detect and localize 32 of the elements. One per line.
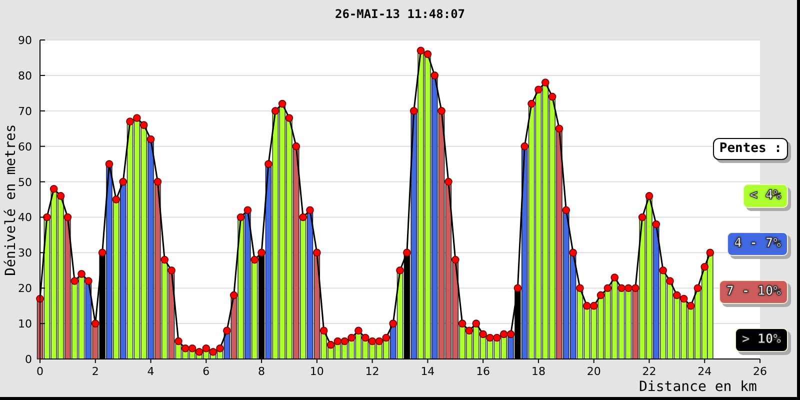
- legend-item: 4 - 7%: [727, 232, 788, 256]
- x-tick-label: 6: [202, 365, 210, 378]
- y-tick-label: 50: [18, 176, 32, 189]
- y-tick-label: 80: [18, 69, 32, 82]
- y-tick-label: 30: [18, 246, 32, 260]
- x-tick-label: 0: [36, 365, 44, 378]
- x-tick-label: 16: [476, 365, 490, 378]
- y-tick-label: 40: [18, 211, 32, 224]
- x-axis-title: Distance en km: [638, 379, 757, 395]
- x-tick-label: 8: [258, 365, 266, 378]
- x-tick-label: 22: [642, 365, 656, 378]
- y-tick-label: 20: [18, 282, 32, 296]
- x-tick-label: 4: [147, 365, 154, 378]
- x-tick-label: 24: [698, 365, 712, 378]
- x-tick-label: 12: [365, 365, 380, 378]
- legend-title: Pentes :: [713, 138, 788, 160]
- legend-item: > 10%: [734, 328, 788, 352]
- x-tick-label: 10: [310, 365, 324, 378]
- chart-title: 26-MAI-13 11:48:07: [334, 7, 466, 21]
- y-tick-label: 90: [18, 34, 32, 47]
- x-tick-label: 14: [420, 365, 435, 378]
- y-tick-label: 60: [18, 140, 32, 154]
- y-axis-title: Dénivelé en metres: [3, 124, 19, 276]
- x-tick-label: 2: [92, 365, 99, 378]
- legend-item: 7 - 10%: [719, 280, 788, 304]
- x-tick-label: 20: [586, 365, 601, 378]
- legend-item: < 4%: [742, 184, 788, 208]
- x-tick-label: 18: [531, 365, 546, 378]
- y-tick-label: 0: [25, 353, 32, 366]
- y-tick-label: 70: [18, 104, 32, 118]
- x-tick-label: 26: [753, 365, 767, 378]
- y-tick-label: 10: [18, 318, 32, 331]
